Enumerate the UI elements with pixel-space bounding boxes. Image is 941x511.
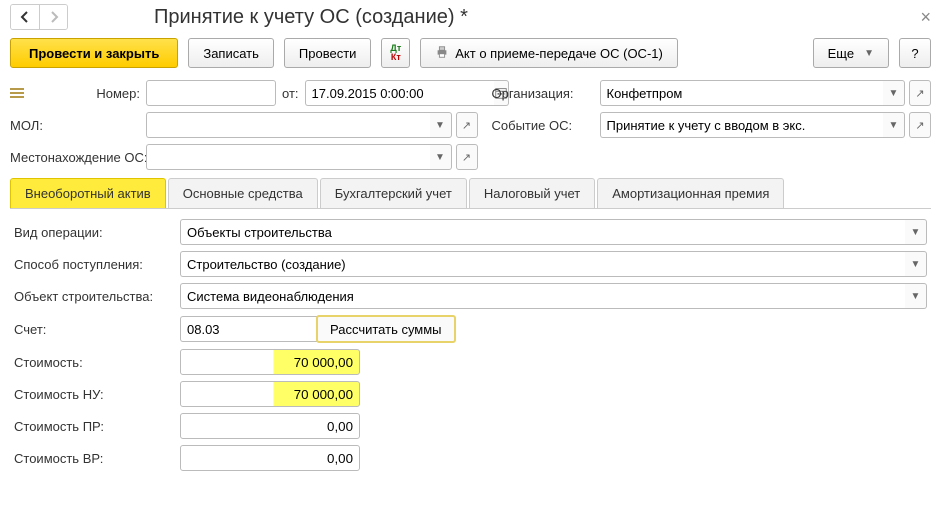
nav-buttons — [10, 4, 68, 30]
org-open-button[interactable]: ↗ — [909, 80, 931, 106]
tabstrip: Внеоборотный актив Основные средства Бух… — [10, 178, 931, 209]
receipt-mode-label: Способ поступления: — [14, 257, 174, 272]
mol-field[interactable] — [146, 112, 430, 138]
dtkt-button[interactable]: ДтКт — [381, 38, 410, 68]
mol-label: МОЛ: — [10, 118, 140, 133]
tab-noncurrent-asset[interactable]: Внеоборотный актив — [10, 178, 166, 208]
cost-nu-label: Стоимость НУ: — [14, 387, 174, 402]
number-field[interactable] — [146, 80, 276, 106]
cost-pr-label: Стоимость ПР: — [14, 419, 174, 434]
cost-label: Стоимость: — [14, 355, 174, 370]
cost-vr-label: Стоимость ВР: — [14, 451, 174, 466]
forward-button[interactable] — [39, 5, 67, 29]
page-title: Принятие к учету ОС (создание) * — [74, 6, 914, 29]
tab-accounting[interactable]: Бухгалтерский учет — [320, 178, 467, 208]
help-button[interactable]: ? — [899, 38, 931, 68]
more-label: Еще — [828, 46, 854, 61]
calculate-sums-button[interactable]: Рассчитать суммы — [316, 315, 456, 343]
org-label: Организация: — [484, 86, 594, 101]
org-field[interactable] — [600, 80, 884, 106]
post-and-close-button[interactable]: Провести и закрыть — [10, 38, 178, 68]
cost-field[interactable] — [180, 349, 360, 375]
receipt-mode-field[interactable] — [180, 251, 905, 277]
chevron-down-icon: ▼ — [864, 48, 874, 59]
cost-pr-field[interactable] — [180, 413, 360, 439]
tab-tax[interactable]: Налоговый учет — [469, 178, 595, 208]
back-button[interactable] — [11, 5, 39, 29]
post-button[interactable]: Провести — [284, 38, 372, 68]
save-button[interactable]: Записать — [188, 38, 274, 68]
object-label: Объект строительства: — [14, 289, 174, 304]
op-type-dropdown[interactable]: ▼ — [905, 219, 927, 245]
receipt-mode-dropdown[interactable]: ▼ — [905, 251, 927, 277]
print-act-button[interactable]: Акт о приеме-передаче ОС (ОС-1) — [420, 38, 678, 68]
print-act-label: Акт о приеме-передаче ОС (ОС-1) — [455, 46, 663, 61]
tab-amort-bonus[interactable]: Амортизационная премия — [597, 178, 784, 208]
tab-fixed-assets[interactable]: Основные средства — [168, 178, 318, 208]
location-dropdown[interactable]: ▼ — [430, 144, 452, 170]
event-open-button[interactable]: ↗ — [909, 112, 931, 138]
op-type-field[interactable] — [180, 219, 905, 245]
event-field[interactable] — [600, 112, 884, 138]
org-dropdown[interactable]: ▼ — [883, 80, 905, 106]
date-field[interactable] — [305, 80, 494, 106]
close-button[interactable]: × — [920, 7, 931, 28]
printer-icon — [435, 45, 449, 62]
list-icon[interactable] — [10, 88, 24, 98]
event-label: Событие ОС: — [484, 118, 594, 133]
from-label: от: — [282, 86, 299, 101]
dtkt-icon: ДтКт — [390, 44, 401, 62]
account-label: Счет: — [14, 322, 174, 337]
location-label: Местонахождение ОС: — [10, 150, 140, 165]
event-dropdown[interactable]: ▼ — [883, 112, 905, 138]
location-field[interactable] — [146, 144, 430, 170]
mol-dropdown[interactable]: ▼ — [430, 112, 452, 138]
object-field[interactable] — [180, 283, 905, 309]
more-button[interactable]: Еще ▼ — [813, 38, 889, 68]
object-dropdown[interactable]: ▼ — [905, 283, 927, 309]
cost-vr-field[interactable] — [180, 445, 360, 471]
op-type-label: Вид операции: — [14, 225, 174, 240]
location-open-button[interactable]: ↗ — [456, 144, 478, 170]
cost-nu-field[interactable] — [180, 381, 360, 407]
mol-open-button[interactable]: ↗ — [456, 112, 478, 138]
number-label: Номер: — [32, 86, 140, 101]
